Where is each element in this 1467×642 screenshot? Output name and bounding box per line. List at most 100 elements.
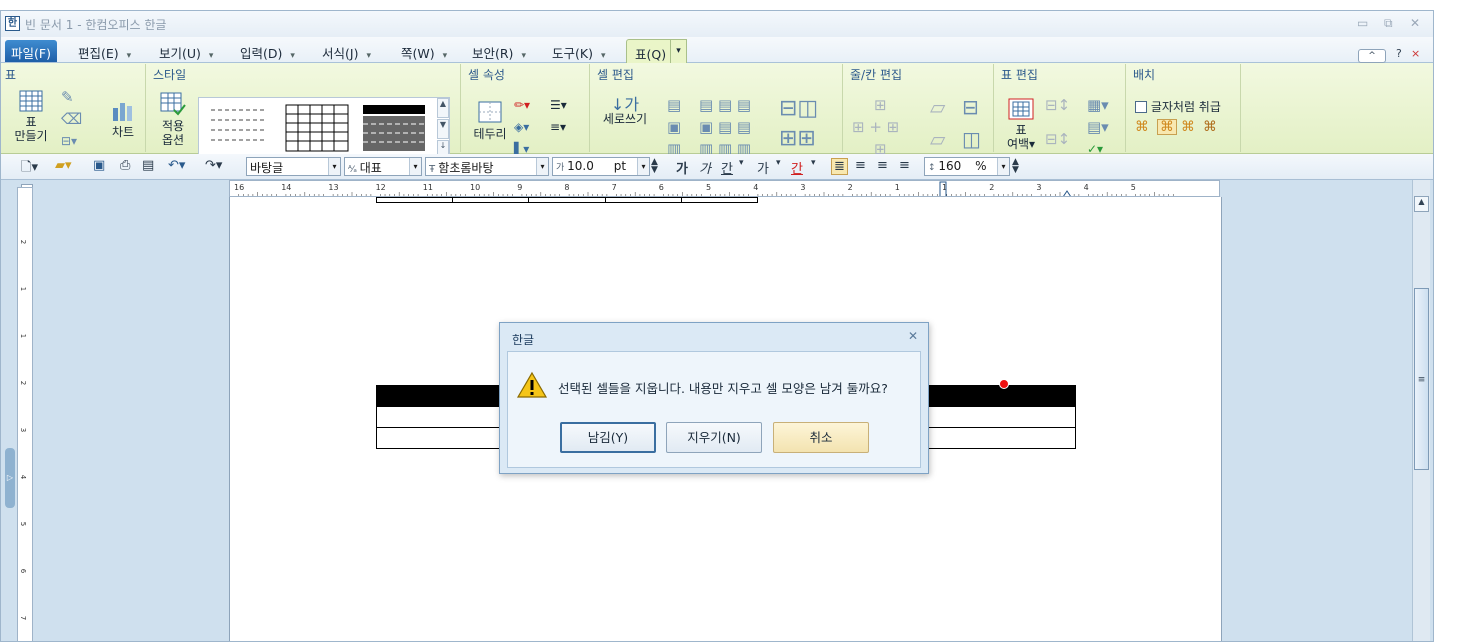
restore-icon[interactable]: ⧉ [1384,16,1393,31]
vertical-text-button[interactable]: ↓가 세로쓰기 [597,97,653,127]
dropdown-arrow-icon: ▾ [126,51,132,61]
merge-cell-icon[interactable]: ⊞⊞ [779,128,816,150]
underline-button[interactable]: 간 [721,158,733,177]
wrap-icon-4[interactable]: ⌘ [1203,120,1217,134]
style-combo[interactable]: 바탕글 ▾ [246,157,341,176]
border-icon [478,101,502,123]
table-erase-icon[interactable]: ⌫ [61,112,82,127]
insert-col-left-icon[interactable]: ⊞ + ⊞ [852,120,899,135]
pen-color-icon[interactable]: ✏▾ [514,98,530,112]
justify-icon[interactable]: ≣ [831,158,848,175]
bold-button[interactable]: 가 [676,158,688,177]
scroll-up-icon[interactable]: ▲ [1414,196,1429,212]
color-dropdown-icon[interactable]: ▾ [811,158,816,168]
cell-props-icon[interactable]: ▦▾ [1087,98,1109,113]
fill-color-icon[interactable]: ◈▾ [514,120,529,134]
distribute-rows-icon[interactable]: ⊟↕ [1045,98,1070,113]
align-tl-icon[interactable]: ▤ ▤ ▤ [699,98,751,113]
chevron-down-icon: ▾ [328,158,340,175]
make-table-button[interactable]: 표 만들기 [7,90,55,143]
print-icon[interactable]: ⎙ [120,158,130,173]
table-edit-icon[interactable]: ✎ [61,90,74,105]
open-folder-icon[interactable]: ▰▾ [55,158,72,173]
border-button[interactable]: 테두리 [470,100,510,141]
style-thumb-plain[interactable] [209,104,273,153]
align-right-icon[interactable]: ≡ [899,158,910,173]
menu-page[interactable]: 쪽(W) ▾ [401,43,447,62]
strike-dropdown-icon[interactable]: ▾ [776,158,781,168]
menu-label: 보기(U) [159,46,201,61]
wrap-icon-1[interactable]: ⌘ [1135,120,1149,134]
menu-view[interactable]: 보기(U) ▾ [159,43,213,62]
font-size-combo[interactable]: 가 10.0 pt ▾ [552,157,650,176]
menu-edit[interactable]: 편집(E) ▾ [78,43,131,62]
menu-table-dropdown-icon[interactable]: ▾ [670,39,687,64]
formula-icon[interactable]: ▤▾ [1087,120,1109,135]
text-color-button[interactable]: 간 [791,158,803,177]
table-margin-button[interactable]: 표 여백▾ [1003,98,1039,151]
line-spacing-spin[interactable]: ▲ ▼ [1012,158,1019,175]
menu-file[interactable]: 파일(F) [5,40,57,62]
menu-format[interactable]: 서식(J) ▾ [322,43,371,62]
line-width-icon[interactable]: ≡▾ [550,120,566,134]
wrap-icon-2[interactable]: ⌘ [1157,119,1177,135]
line-type-icon[interactable]: ☰▾ [550,98,567,112]
table-cell[interactable] [680,197,759,203]
align-left-icon[interactable]: ≡ [855,158,866,173]
apply-options-button[interactable]: 적용 옵션 [153,92,193,147]
menu-tools[interactable]: 도구(K) ▾ [552,43,605,62]
wrap-icon-3[interactable]: ⌘ [1181,120,1195,134]
side-panel-handle[interactable]: ▷ [5,448,15,508]
table-cell[interactable] [528,197,606,203]
scrollbar-thumb[interactable]: ≡ [1414,288,1429,470]
delete-button[interactable]: 지우기(N) [666,422,762,453]
italic-button[interactable]: 가 [699,158,711,177]
menu-insert[interactable]: 입력(D) ▾ [240,43,295,62]
strike-button[interactable]: 가 [757,158,769,177]
table-cell[interactable] [452,197,530,203]
table-cell[interactable] [604,197,682,203]
align-top-icon[interactable]: ▤ [667,98,681,113]
minimize-icon[interactable]: ▭ [1357,16,1368,30]
table-top-fragment[interactable] [375,197,759,203]
preview-icon[interactable]: ▤ [142,158,154,173]
help-icon[interactable]: ? [1396,47,1402,60]
redo-icon[interactable]: ↷▾ [205,158,222,173]
menu-table[interactable]: 표(Q) [626,39,676,64]
underline-dropdown-icon[interactable]: ▾ [739,158,744,168]
cancel-button[interactable]: 취소 [773,422,869,453]
font-combo[interactable]: Ŧ 함초롬바탕 ▾ [425,157,549,176]
menu-security[interactable]: 보안(R) ▾ [472,43,526,62]
distribute-cols-icon[interactable]: ⊟↕ [1045,132,1070,147]
language-combo[interactable]: ᴬ⁄ₐ 대표 ▾ [344,157,422,176]
ribbon-collapse-button[interactable]: ^ [1358,49,1386,63]
table-more-icon[interactable]: ⊟▾ [61,134,77,148]
insert-row-above-icon[interactable]: ⊞ [874,98,887,113]
chart-button[interactable]: 차트 [105,100,141,139]
gallery-down-icon[interactable]: ▼ [437,119,449,139]
treat-as-char-checkbox[interactable]: 글자처럼 취급 [1135,100,1221,114]
line-spacing-combo[interactable]: ↕ 160 % ▾ [924,157,1010,176]
align-ml-icon[interactable]: ▣ ▤ ▤ [699,120,751,135]
table-cell[interactable] [375,197,454,203]
close-document-icon[interactable]: × [1411,47,1420,60]
col-width-icon[interactable]: ◫ [962,129,981,149]
new-doc-icon[interactable]: 🗋▾ [21,158,38,180]
undo-icon[interactable]: ↶▾ [168,158,185,173]
delete-col-icon[interactable]: ▱ [930,129,945,149]
table-style-gallery[interactable]: ▲ ▼ ↓ [198,97,450,160]
font-size-spin[interactable]: ▲ ▼ [651,158,658,175]
vertical-scrollbar[interactable]: ▲ ≡ [1412,180,1430,641]
row-height-icon[interactable]: ⊟ [962,97,979,117]
gallery-up-icon[interactable]: ▲ [437,98,449,118]
align-middle-icon[interactable]: ▣ [667,120,681,135]
split-cell-icon[interactable]: ⊟◫ [779,98,818,120]
style-thumb-dark[interactable] [362,104,426,153]
delete-row-icon[interactable]: ▱ [930,97,945,117]
dialog-close-icon[interactable]: ✕ [908,329,918,343]
close-icon[interactable]: ✕ [1410,16,1420,30]
style-thumb-grid[interactable] [285,104,349,153]
keep-button[interactable]: 남김(Y) [560,422,656,453]
save-icon[interactable]: ▣ [93,158,105,173]
align-center-icon[interactable]: ≡ [877,158,888,173]
